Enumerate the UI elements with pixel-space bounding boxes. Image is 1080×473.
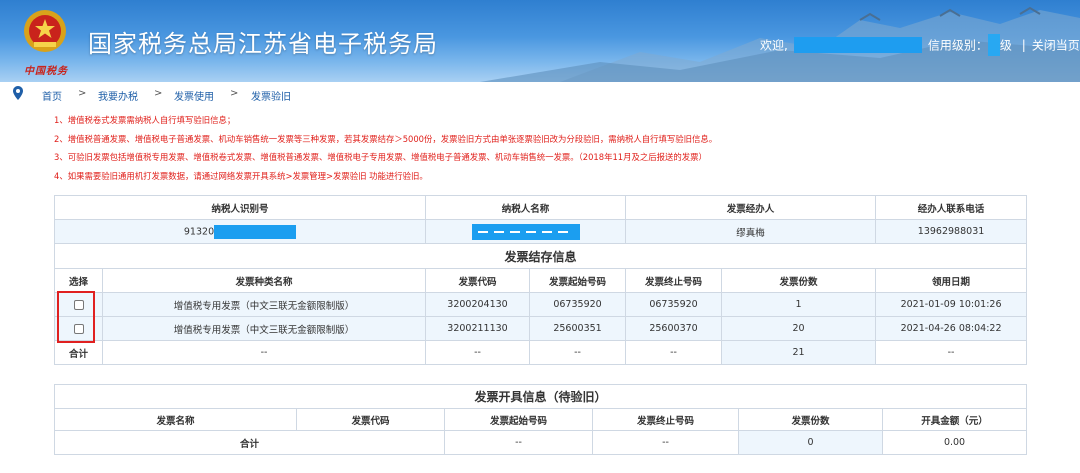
taxpayer-value-row: 91320 缪真梅 13962988031 — [53, 219, 1028, 244]
issued-total-amount: 0.00 — [881, 430, 1028, 455]
table-row: 增值税专用发票（中文三联无金额限制版） 3200211130 25600351 … — [54, 316, 1028, 341]
inventory-title-row: 发票结存信息 — [53, 243, 1028, 269]
start-number: 06735920 — [529, 292, 627, 317]
breadcrumb-home[interactable]: 首页 — [42, 88, 62, 103]
invoice-type: 增值税专用发票（中文三联无金额限制版） — [101, 292, 427, 317]
handler-name: 缪真梅 — [625, 219, 877, 244]
total-date: -- — [875, 340, 1028, 365]
handler-phone: 13962988031 — [875, 219, 1028, 244]
inventory-title: 发票结存信息 — [53, 243, 1028, 269]
breadcrumb-separator: > — [230, 88, 239, 99]
masked-taxpayer-name — [471, 223, 580, 240]
total-code: -- — [425, 340, 531, 365]
col-count: 发票份数 — [738, 408, 883, 431]
col-count: 发票份数 — [721, 268, 877, 293]
issued-total-count: 0 — [738, 430, 883, 455]
invoice-type: 增值税专用发票（中文三联无金额限制版） — [101, 316, 427, 341]
col-invoice-name: 发票名称 — [54, 408, 297, 431]
issue-date: 2021-04-26 08:04:22 — [875, 316, 1028, 341]
invoice-code: 3200204130 — [425, 292, 531, 317]
issued-header-row: 发票名称 发票代码 发票起始号码 发票终止号码 发票份数 开具金额（元） — [54, 408, 1028, 431]
col-taxpayer-name: 纳税人名称 — [425, 195, 627, 220]
col-end-number: 发票终止号码 — [625, 268, 723, 293]
breadcrumb-invoice-use[interactable]: 发票使用 — [174, 88, 214, 103]
notice-item: 3、可验旧发票包括增值税专用发票、增值税卷式发票、增值税普通发票、增值税电子专用… — [54, 152, 707, 163]
invoice-count: 20 — [721, 316, 877, 341]
total-row: 合计 -- -- -- -- 21 -- — [54, 340, 1028, 365]
notice-item: 4、如果需要验旧通用机打发票数据，请通过网络发票开具系统>发票管理>发票验旧 功… — [54, 170, 428, 181]
notice-item: 1、增值税卷式发票需纳税人自行填写验旧信息； — [54, 115, 236, 125]
close-page-link[interactable]: 关闭当页 — [1032, 39, 1080, 53]
start-number: 25600351 — [529, 316, 627, 341]
col-invoice-code: 发票代码 — [425, 268, 531, 293]
table-row: 增值税专用发票（中文三联无金额限制版） 3200204130 06735920 … — [54, 292, 1028, 317]
total-name: -- — [101, 340, 427, 365]
issued-total-row: 合计 -- -- 0 0.00 — [54, 430, 1028, 455]
site-header: 中国税务 国家税务总局江苏省电子税务局 欢迎, 信用级别： 级 | 关闭当页 — [0, 0, 1080, 82]
taxpayer-id-prefix: 91320 — [183, 226, 215, 237]
breadcrumb: 首页 > 我要办税 > 发票使用 > 发票验旧 — [0, 84, 1080, 104]
col-taxpayer-id: 纳税人识别号 — [53, 195, 427, 220]
col-start-number: 发票起始号码 — [529, 268, 627, 293]
total-start: -- — [529, 340, 627, 365]
col-handler-phone: 经办人联系电话 — [875, 195, 1028, 220]
masked-credit-level — [987, 34, 1000, 56]
end-number: 06735920 — [625, 292, 723, 317]
welcome-text: 欢迎, — [760, 38, 788, 53]
breadcrumb-separator: > — [78, 88, 87, 99]
credit-label: 信用级别： — [927, 38, 988, 53]
site-title: 国家税务总局江苏省电子税务局 — [88, 30, 438, 58]
col-invoice-type: 发票种类名称 — [101, 268, 427, 293]
issued-title-row: 发票开具信息（待验旧） — [53, 384, 1028, 409]
credit-suffix: 级 — [999, 38, 1012, 53]
total-label: 合计 — [54, 340, 103, 365]
issued-table: 发票开具信息（待验旧） 发票名称 发票代码 发票起始号码 发票终止号码 发票份数… — [53, 384, 1028, 455]
location-pin-icon — [13, 86, 23, 100]
brand-subtitle: 中国税务 — [24, 66, 68, 77]
taxpayer-name-cell — [425, 219, 627, 244]
col-handler: 发票经办人 — [625, 195, 877, 220]
end-number: 25600370 — [625, 316, 723, 341]
col-issue-date: 领用日期 — [875, 268, 1028, 293]
col-select: 选择 — [54, 268, 103, 293]
header-separator: | — [1021, 38, 1026, 52]
taxpayer-id-cell: 91320 — [53, 219, 427, 244]
invoice-code: 3200211130 — [425, 316, 531, 341]
col-amount: 开具金额（元） — [881, 408, 1028, 431]
total-count: 21 — [721, 340, 877, 365]
breadcrumb-tax[interactable]: 我要办税 — [98, 88, 138, 103]
masked-username — [793, 37, 922, 53]
breadcrumb-invoice-check: 发票验旧 — [251, 92, 291, 103]
issued-total-start: -- — [444, 430, 593, 455]
inventory-table: 纳税人识别号 纳税人名称 发票经办人 经办人联系电话 91320 缪真梅 139… — [53, 195, 1028, 365]
col-start-number: 发票起始号码 — [444, 408, 593, 431]
notice-item: 2、增值税普通发票、增值税电子普通发票、机动车销售统一发票等三种发票，若其发票结… — [54, 133, 718, 144]
inventory-header-row: 选择 发票种类名称 发票代码 发票起始号码 发票终止号码 发票份数 领用日期 — [54, 268, 1028, 293]
masked-taxpayer-id — [214, 224, 297, 239]
taxpayer-header-row: 纳税人识别号 纳税人名称 发票经办人 经办人联系电话 — [53, 195, 1028, 220]
national-emblem-icon — [24, 10, 66, 52]
issued-total-label: 合计 — [54, 430, 445, 455]
breadcrumb-separator: > — [154, 88, 163, 99]
checkbox-highlight-box — [57, 291, 95, 343]
invoice-count: 1 — [721, 292, 877, 317]
issued-total-end: -- — [592, 430, 739, 455]
user-bar: 欢迎, 信用级别： 级 | 关闭当页 — [760, 34, 1080, 56]
issue-date: 2021-01-09 10:01:26 — [875, 292, 1028, 317]
total-end: -- — [625, 340, 723, 365]
issued-title: 发票开具信息（待验旧） — [53, 384, 1028, 409]
col-end-number: 发票终止号码 — [592, 408, 739, 431]
notice-list: 1、增值税卷式发票需纳税人自行填写验旧信息； 2、增值税普通发票、增值税电子普通… — [54, 111, 1034, 185]
col-invoice-code: 发票代码 — [296, 408, 445, 431]
